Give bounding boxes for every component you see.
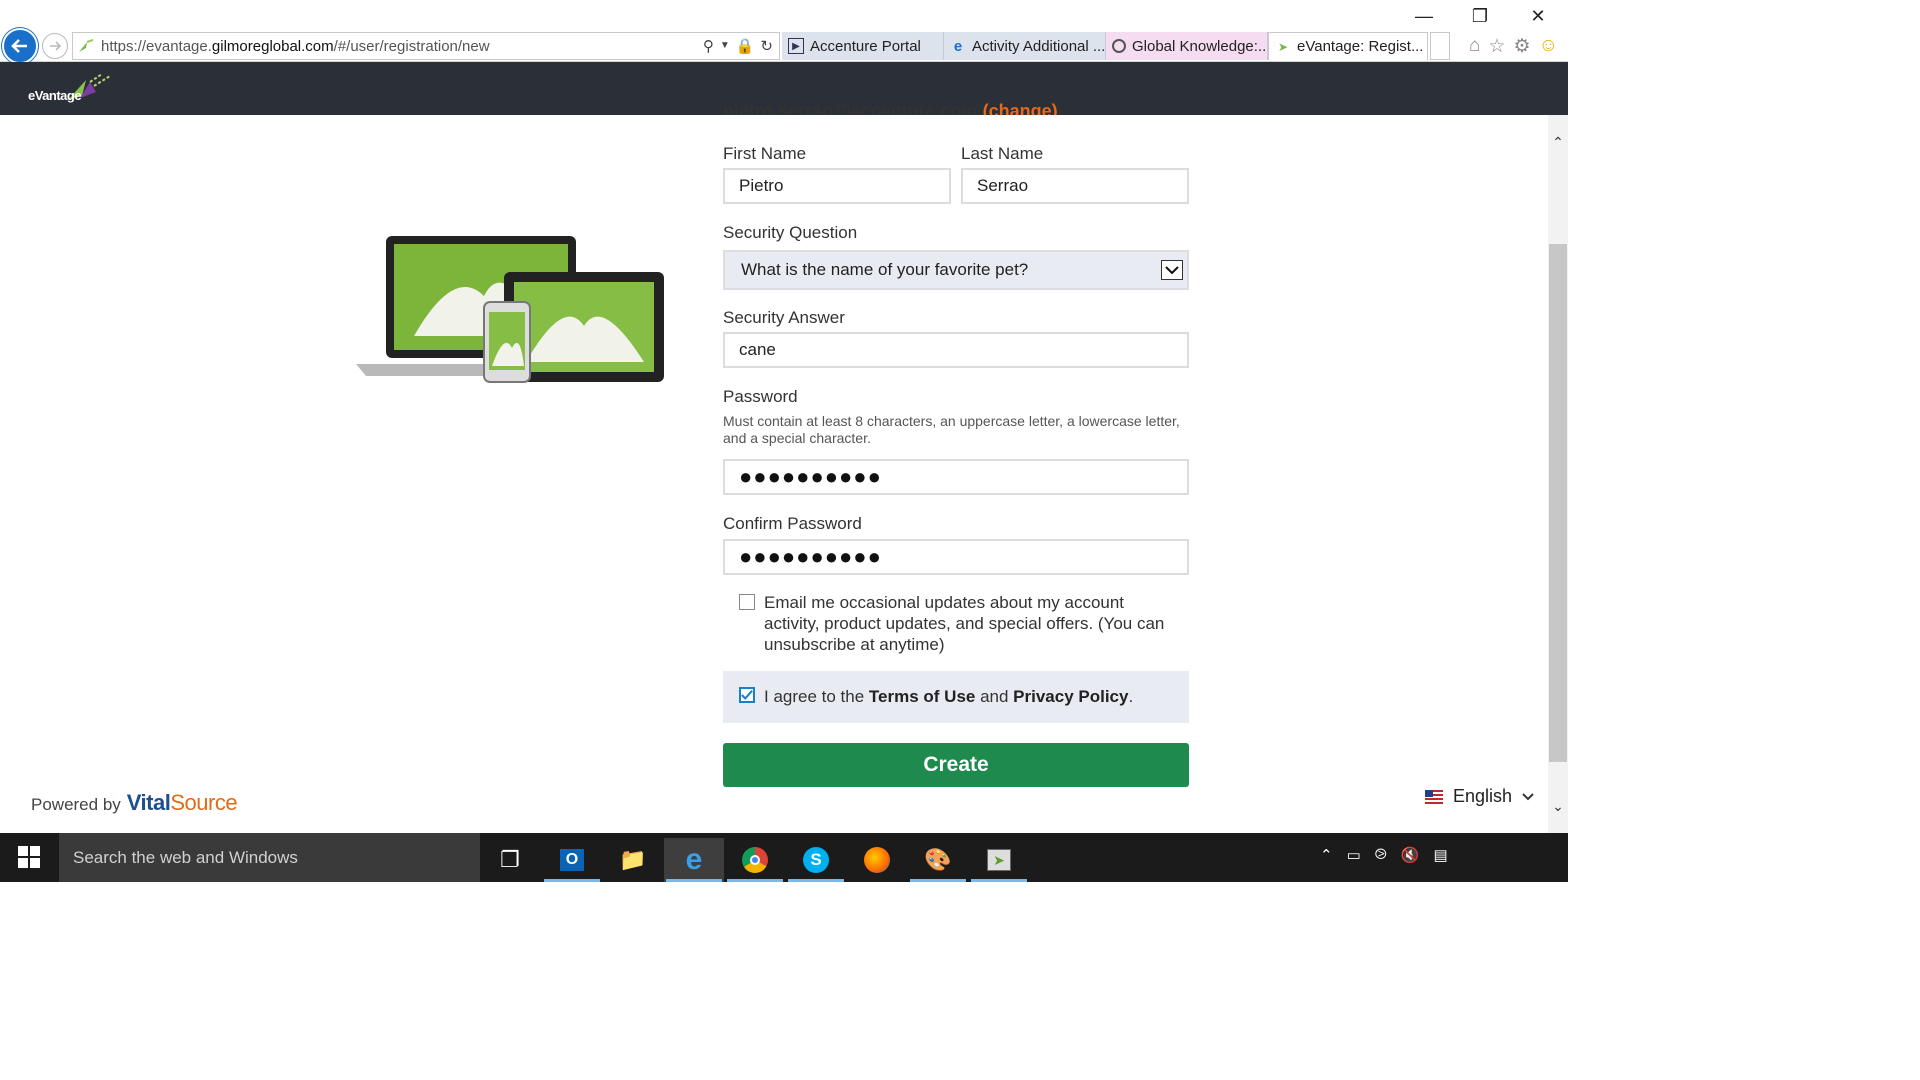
home-icon[interactable]: ⌂ — [1469, 35, 1480, 58]
vitalsource-logo[interactable]: VitalSource — [126, 790, 238, 816]
clock-date: 13/01/2017 — [1829, 860, 1900, 876]
forward-arrow-icon — [50, 41, 62, 51]
tab-label: eVantage: Regist... — [1297, 38, 1424, 55]
taskbar-search-input[interactable]: Search the web and Windows — [59, 833, 480, 882]
privacy-policy-link[interactable]: Privacy Policy — [1013, 687, 1128, 706]
browser-toolbar-icons: ⌂ ☆ ⚙ ☺ — [1469, 35, 1558, 58]
password-input[interactable]: ●●●●●●●●●● — [723, 459, 1189, 495]
first-name-input[interactable]: Pietro — [723, 168, 951, 204]
lock-icon[interactable]: 🔒 — [736, 37, 755, 55]
terms-checkbox[interactable] — [739, 687, 755, 703]
terms-of-use-link[interactable]: Terms of Use — [869, 687, 975, 706]
confirm-password-input[interactable]: ●●●●●●●●●● — [723, 539, 1189, 575]
paint-icon[interactable]: 🎨 — [908, 838, 968, 882]
security-question-value: What is the name of your favorite pet? — [741, 260, 1029, 279]
logo-text: eVantage — [28, 88, 82, 103]
email-updates-checkbox[interactable] — [739, 594, 755, 610]
terms-agreement-text: I agree to the Terms of Use and Privacy … — [764, 687, 1133, 707]
change-email-link[interactable]: (change) — [983, 101, 1058, 115]
powered-by-text: Powered by — [31, 795, 121, 814]
chevron-down-icon[interactable] — [1161, 260, 1183, 280]
security-question-select[interactable]: What is the name of your favorite pet? — [723, 250, 1189, 290]
back-button[interactable] — [2, 28, 38, 64]
portal-icon: ▶ — [788, 38, 804, 54]
language-label: English — [1453, 786, 1513, 806]
tab-label: Accenture Portal — [810, 37, 921, 55]
agree-suffix: . — [1128, 687, 1134, 706]
ie-icon: e — [953, 37, 963, 55]
dropdown-icon[interactable]: ▼ — [720, 37, 730, 55]
search-icon[interactable]: ⚲ — [703, 37, 714, 55]
tab-label: Global Knowledge:... — [1132, 37, 1268, 55]
file-explorer-icon[interactable]: 📁 — [603, 838, 663, 882]
security-answer-input[interactable]: cane — [723, 332, 1189, 368]
agree-and: and — [975, 687, 1014, 706]
browser-chrome: — ❐ ✕ https://evantage.gilmoreglobal.com… — [0, 0, 1568, 64]
scroll-up-icon[interactable]: ⌃ — [1548, 132, 1568, 152]
security-answer-label: Security Answer — [723, 308, 845, 327]
create-button[interactable]: Create — [723, 743, 1189, 787]
action-center-icon[interactable]: ▤ — [1433, 846, 1447, 864]
checkmark-icon — [741, 690, 753, 700]
scrollbar-thumb[interactable] — [1549, 244, 1567, 762]
security-question-label: Security Question — [723, 223, 858, 242]
password-label: Password — [723, 387, 798, 406]
us-flag-icon — [1425, 789, 1443, 804]
password-hint: Must contain at least 8 characters, an u… — [723, 413, 1180, 446]
windows-start-icon[interactable] — [18, 846, 40, 868]
firefox-icon[interactable] — [847, 838, 907, 882]
taskbar-clock[interactable]: 20:05 13/01/2017 — [1830, 838, 1900, 878]
tab-accenture-portal[interactable]: ▶ Accenture Portal — [782, 32, 944, 60]
first-name-label: First Name — [723, 144, 807, 163]
back-arrow-icon — [11, 39, 27, 53]
smiley-icon[interactable]: ☺ — [1539, 35, 1558, 58]
minimize-button[interactable]: — — [1396, 0, 1452, 33]
source-text: Source — [170, 790, 238, 815]
devices-illustration — [356, 236, 664, 383]
system-tray: ⌃ ▭ ⧁ 🔇 ▤ — [1320, 846, 1448, 864]
language-selector[interactable]: English — [1425, 786, 1534, 807]
evantage-logo[interactable]: eVantage — [28, 72, 118, 108]
evantage-icon: ➤ — [1277, 39, 1289, 54]
settings-gear-icon[interactable]: ⚙ — [1514, 35, 1531, 58]
email-text: pietro.serrao@accenture.com — [723, 101, 978, 115]
agree-prefix: I agree to the — [764, 687, 869, 706]
account-email: pietro.serrao@accenture.com (change) — [723, 101, 1058, 115]
internet-explorer-icon[interactable]: e — [664, 838, 724, 882]
wifi-icon[interactable]: ⧁ — [1375, 846, 1387, 864]
scroll-down-icon[interactable]: ⌄ — [1548, 796, 1568, 816]
forward-button[interactable] — [42, 33, 68, 59]
address-bar[interactable]: https://evantage.gilmoreglobal.com/#/use… — [72, 32, 780, 60]
vital-text: Vital — [126, 790, 171, 815]
site-favicon-icon — [79, 39, 94, 52]
restore-button[interactable]: ❐ — [1452, 0, 1508, 33]
task-view-icon[interactable]: ❐ — [480, 838, 540, 882]
tab-global-knowledge[interactable]: Global Knowledge:... — [1106, 32, 1268, 60]
chrome-icon[interactable] — [725, 838, 785, 882]
last-name-input[interactable]: Serrao — [961, 168, 1189, 204]
skype-icon[interactable]: S — [786, 838, 846, 882]
outlook-icon[interactable]: O — [542, 838, 602, 882]
close-window-button[interactable]: ✕ — [1510, 0, 1566, 33]
url-text: https://evantage.gilmoreglobal.com/#/use… — [101, 37, 490, 55]
tab-label: Activity Additional ... — [972, 37, 1106, 55]
powered-by: Powered by VitalSource — [31, 790, 238, 816]
show-hidden-icons-icon[interactable]: ⌃ — [1320, 846, 1333, 864]
gk-icon — [1112, 39, 1126, 53]
address-bar-icons: ⚲ ▼ 🔒 ↻ — [703, 37, 773, 55]
battery-icon[interactable]: ▭ — [1347, 846, 1361, 864]
last-name-label: Last Name — [961, 144, 1044, 163]
evantage-app-icon[interactable]: ➤ — [969, 838, 1029, 882]
refresh-icon[interactable]: ↻ — [760, 37, 773, 55]
tab-evantage-registration[interactable]: ➤ eVantage: Regist... ✕ — [1268, 32, 1428, 60]
clock-time: 20:05 — [1847, 840, 1883, 856]
email-updates-text: Email me occasional updates about my acc… — [764, 593, 1165, 654]
chevron-down-icon — [1522, 792, 1534, 800]
volume-muted-icon[interactable]: 🔇 — [1401, 846, 1420, 864]
new-tab-button[interactable] — [1430, 32, 1450, 60]
tab-activity-additional[interactable]: e Activity Additional ... — [944, 32, 1106, 60]
confirm-password-label: Confirm Password — [723, 514, 862, 533]
favorites-star-icon[interactable]: ☆ — [1489, 35, 1506, 58]
support-link[interactable]: Support — [1825, 80, 1890, 100]
